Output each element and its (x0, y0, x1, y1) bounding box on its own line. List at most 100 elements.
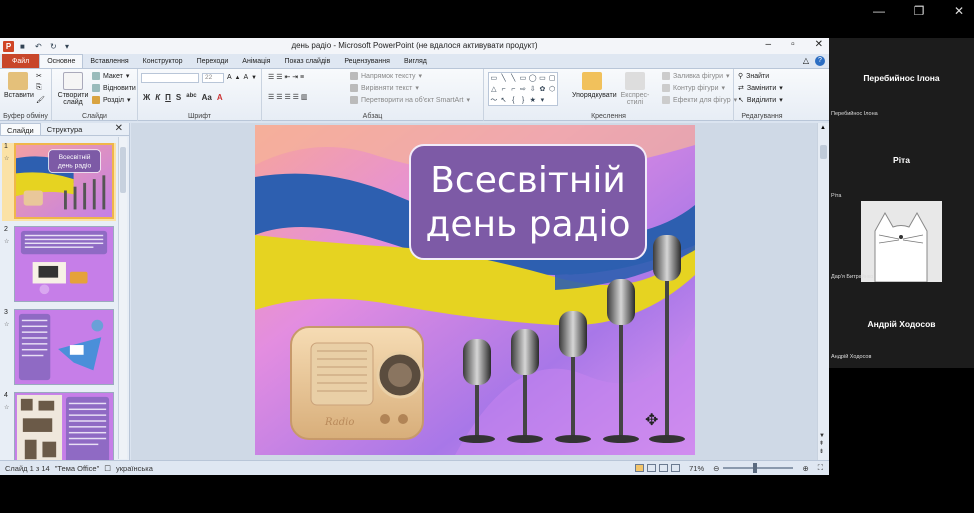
tab-animations[interactable]: Анімація (235, 54, 277, 68)
help-icon[interactable]: ? (815, 56, 825, 66)
shape-fill-button[interactable]: Заливка фігури ▾ (662, 72, 730, 80)
minimize-icon[interactable]: – (766, 39, 772, 50)
scroll-thumb[interactable] (120, 147, 126, 193)
tab-outline[interactable]: Структура (41, 123, 89, 135)
shape-icon[interactable]: ▭ (538, 73, 548, 84)
bullets-icon[interactable]: ☰ ☰ ⇤ ⇥ ≡ (268, 73, 304, 81)
tab-slides[interactable]: Слайди (0, 123, 41, 135)
layout-button[interactable]: Макет ▾ (92, 72, 129, 80)
shape-icon[interactable]: ▾ (538, 95, 548, 106)
normal-view-icon[interactable] (635, 464, 645, 472)
slide-thumbnail[interactable]: 2 ☆ (2, 226, 116, 304)
shape-icon[interactable] (547, 95, 557, 106)
reading-view-icon[interactable] (659, 464, 669, 472)
scroll-arrows[interactable]: ▼ ⇞ ⇟ (819, 432, 825, 456)
tab-insert[interactable]: Вставлення (83, 54, 135, 68)
copy-icon[interactable]: ⎘ (36, 84, 42, 92)
bold-icon[interactable]: Ж (143, 93, 150, 102)
maximize-icon[interactable]: ▫ (791, 39, 795, 50)
zoom-out-icon[interactable]: ⊖ (713, 464, 719, 473)
text-direction-button[interactable]: Напрямок тексту ▾ (350, 72, 422, 80)
theme-name[interactable]: "Тема Office" (55, 464, 100, 473)
section-button[interactable]: Розділ ▾ (92, 96, 130, 104)
customize-qat-icon[interactable]: ▾ (65, 42, 74, 51)
tab-transitions[interactable]: Переходи (190, 54, 236, 68)
align-text-button[interactable]: Вирівняти текст ▾ (350, 84, 419, 92)
zoom-slider-knob[interactable] (753, 463, 758, 473)
cat-avatar[interactable] (861, 201, 942, 283)
paste-button[interactable]: Вставити (4, 72, 34, 99)
panel-scrollbar[interactable] (118, 137, 127, 459)
shape-icon[interactable]: ╲ (499, 73, 509, 84)
shape-icon[interactable]: ↖ (499, 95, 509, 106)
zoom-slider[interactable] (723, 463, 794, 473)
format-painter-icon[interactable]: 🖌 (36, 96, 45, 104)
grow-font-icon[interactable]: A ▲ A ▼ (227, 74, 257, 81)
language[interactable]: українська (116, 464, 153, 473)
shape-icon[interactable]: ⇩ (528, 84, 538, 95)
close-icon[interactable]: ✕ (115, 123, 123, 134)
tab-home[interactable]: Основне (39, 54, 84, 68)
tab-view[interactable]: Вигляд (397, 54, 434, 68)
minimize-icon[interactable]: — (872, 4, 886, 18)
shape-icon[interactable]: ⇨ (518, 84, 528, 95)
scroll-up-icon[interactable]: ▲ (820, 125, 826, 131)
slide-title-line2[interactable]: день радіо (410, 205, 646, 245)
underline-icon[interactable]: П (165, 93, 171, 102)
font-color-icon[interactable]: A (217, 93, 223, 102)
slideshow-view-icon[interactable] (671, 464, 681, 472)
shape-icon[interactable]: ⌐ (508, 84, 518, 95)
new-slide-button[interactable]: Створити слайд (56, 72, 90, 106)
tab-design[interactable]: Конструктор (136, 54, 190, 68)
sorter-view-icon[interactable] (647, 464, 657, 472)
participant-tile[interactable]: Рiта (829, 155, 974, 165)
collapse-ribbon-icon[interactable]: △ (803, 56, 809, 66)
shape-icon[interactable]: ★ (528, 95, 538, 106)
tab-file[interactable]: Файл (2, 54, 40, 68)
fit-slide-icon[interactable]: ⛶ (818, 463, 823, 473)
shape-icon[interactable]: △ (489, 84, 499, 95)
participant-tile[interactable]: Андрій Ходосов (829, 319, 974, 329)
align-icons[interactable]: ☰ ☰ ☰ ☰ ▥ (268, 93, 308, 101)
save-icon[interactable]: ■ (20, 42, 29, 51)
shape-icon[interactable]: } (518, 95, 528, 106)
slide-editor[interactable]: ✥ Всесвітній день радіо Radio (131, 123, 817, 460)
shape-effects-button[interactable]: Ефекти для фігур ▾ (662, 96, 737, 104)
tab-review[interactable]: Рецензування (337, 54, 397, 68)
shape-icon[interactable]: 〜 (489, 95, 499, 106)
select-button[interactable]: ↖ Виділити ▾ (738, 96, 783, 105)
zoom-level[interactable]: 71% (689, 464, 704, 473)
case-icon[interactable]: Aa (202, 93, 212, 102)
shape-icon[interactable]: ╲ (508, 73, 518, 84)
find-button[interactable]: ⚲ Знайти (738, 72, 769, 81)
replace-button[interactable]: ⇄ Замінити ▾ (738, 84, 783, 93)
font-size-input[interactable]: 22 (202, 73, 224, 83)
shape-icon[interactable]: ▢ (547, 73, 557, 84)
zoom-in-icon[interactable]: ⊕ (802, 464, 808, 473)
char-spacing-icon[interactable]: abc (186, 93, 196, 102)
restore-icon[interactable]: ❐ (912, 4, 926, 18)
participant-tile[interactable]: Перебийнос Ілона (829, 73, 974, 83)
editor-scrollbar[interactable]: ▲ ▼ ⇞ ⇟ (817, 123, 829, 460)
close-icon[interactable]: ✕ (952, 4, 966, 18)
redo-icon[interactable]: ↻ (50, 42, 59, 51)
slide-title-line1[interactable]: Всесвітній (410, 161, 646, 201)
scroll-thumb[interactable] (820, 145, 827, 159)
tab-slideshow[interactable]: Показ слайдів (277, 54, 337, 68)
italic-icon[interactable]: К (155, 93, 160, 102)
shape-icon[interactable]: ⬡ (547, 84, 557, 95)
slide-thumbnail[interactable]: 1 ☆ Всесвітній день радіо (2, 143, 116, 221)
font-name-input[interactable] (141, 73, 199, 83)
undo-icon[interactable]: ↶ (35, 42, 44, 51)
quick-styles-button[interactable]: Експрес-стилі (614, 72, 656, 106)
spellcheck-icon[interactable]: ☐ (104, 464, 111, 473)
powerpoint-logo-icon[interactable]: P (3, 40, 14, 52)
shape-icon[interactable]: { (508, 95, 518, 106)
cut-icon[interactable]: ✂ (36, 72, 42, 80)
strikethrough-icon[interactable]: S (176, 93, 181, 102)
shape-icon[interactable]: ▭ (518, 73, 528, 84)
slide-thumbnail[interactable]: 4 ☆ (2, 392, 116, 470)
reset-button[interactable]: Відновити (92, 84, 136, 92)
shape-icon[interactable]: ◯ (528, 73, 538, 84)
current-slide[interactable]: ✥ Всесвітній день радіо Radio (255, 125, 695, 455)
